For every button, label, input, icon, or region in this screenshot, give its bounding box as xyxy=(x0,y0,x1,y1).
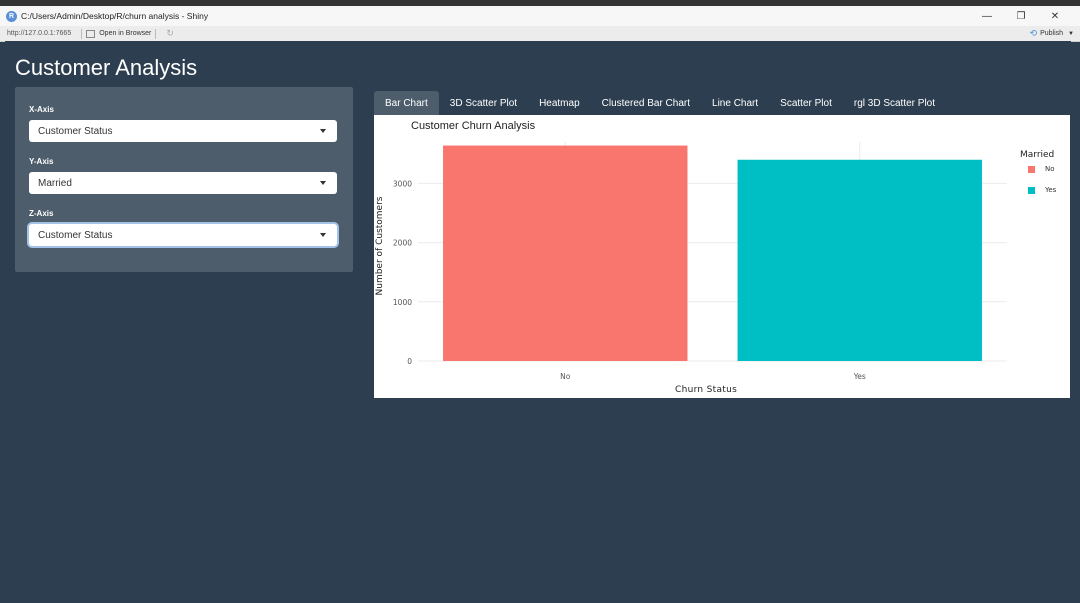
chevron-down-icon: ▼ xyxy=(1068,30,1074,37)
caret-down-icon xyxy=(320,129,326,133)
window-title: C:/Users/Admin/Desktop/R/churn analysis … xyxy=(21,11,209,21)
legend-key-no xyxy=(1028,165,1035,173)
tab-clustered-bar-chart[interactable]: Clustered Bar Chart xyxy=(591,91,701,115)
plot-tabs: Bar Chart 3D Scatter Plot Heatmap Cluste… xyxy=(374,91,946,115)
x-tick-label-no: No xyxy=(560,372,571,381)
y-tick-label-2000: 2000 xyxy=(393,239,412,248)
caret-down-icon xyxy=(320,233,326,237)
y-tick-label-3000: 3000 xyxy=(393,179,412,188)
open-in-browser-icon xyxy=(86,29,96,38)
y-tick-label-0: 0 xyxy=(407,357,412,366)
legend-label-no: No xyxy=(1045,165,1055,173)
restore-icon[interactable]: ❐ xyxy=(1004,11,1038,22)
window-controls: — ❐ ✕ xyxy=(970,6,1072,26)
y-axis-select[interactable]: Married xyxy=(29,172,337,194)
bar-yes xyxy=(737,159,982,361)
r-logo-icon: R xyxy=(6,10,17,22)
open-in-browser-button[interactable]: Open in Browser xyxy=(99,30,151,37)
publish-icon: ⟲ xyxy=(1029,28,1038,38)
tab-line-chart[interactable]: Line Chart xyxy=(701,91,769,115)
legend-item-no: No xyxy=(1028,165,1055,173)
tab-heatmap[interactable]: Heatmap xyxy=(528,91,591,115)
legend-label-yes: Yes xyxy=(1045,186,1057,194)
caret-down-icon xyxy=(320,181,326,185)
x-axis-selected-value: Customer Status xyxy=(38,125,113,137)
page-title: Customer Analysis xyxy=(15,55,198,80)
viewer-toolbar: http://127.0.0.1:7665 Open in Browser ↻ … xyxy=(0,26,1080,42)
legend-title: Married xyxy=(1020,150,1055,160)
publish-label: Publish xyxy=(1040,30,1064,37)
z-axis-select[interactable]: Customer Status xyxy=(29,224,337,246)
tab-bar-chart[interactable]: Bar Chart xyxy=(374,91,439,115)
tab-scatter-plot[interactable]: Scatter Plot xyxy=(769,91,843,115)
tab-rgl-3d-scatter-plot[interactable]: rgl 3D Scatter Plot xyxy=(843,91,946,115)
z-axis-label: Z-Axis xyxy=(29,209,54,218)
legend-key-yes xyxy=(1028,186,1035,194)
z-axis-selected-value: Customer Status xyxy=(38,229,113,241)
toolbar-divider xyxy=(81,28,83,39)
close-icon[interactable]: ✕ xyxy=(1038,11,1072,22)
publish-button[interactable]: ⟲ Publish ▼ xyxy=(1030,26,1074,41)
bar-chart-plot: Customer Churn Analysis Number of Custom… xyxy=(374,115,1070,398)
y-axis-selected-value: Married xyxy=(38,177,72,189)
y-axis-label: Y-Axis xyxy=(29,157,54,166)
chart-svg: 0 1000 2000 3000 No Yes xyxy=(393,142,1007,381)
window-titlebar: R C:/Users/Admin/Desktop/R/churn analysi… xyxy=(0,6,1080,26)
sidebar-panel: X-Axis Customer Status Y-Axis Married Z-… xyxy=(15,87,353,272)
toolbar-divider xyxy=(155,28,157,39)
x-tick-label-yes: Yes xyxy=(853,372,866,381)
url-text: http://127.0.0.1:7665 xyxy=(7,30,72,37)
tab-3d-scatter-plot[interactable]: 3D Scatter Plot xyxy=(439,91,528,115)
shiny-app: Customer Analysis X-Axis Customer Status… xyxy=(5,41,1071,603)
y-tick-label-1000: 1000 xyxy=(393,298,412,307)
x-axis-select[interactable]: Customer Status xyxy=(29,120,337,142)
refresh-icon[interactable]: ↻ xyxy=(166,28,174,39)
bar-no xyxy=(443,145,688,361)
legend-item-yes: Yes xyxy=(1028,186,1056,194)
minimize-icon[interactable]: — xyxy=(970,11,1004,22)
x-axis-label: X-Axis xyxy=(29,105,54,114)
